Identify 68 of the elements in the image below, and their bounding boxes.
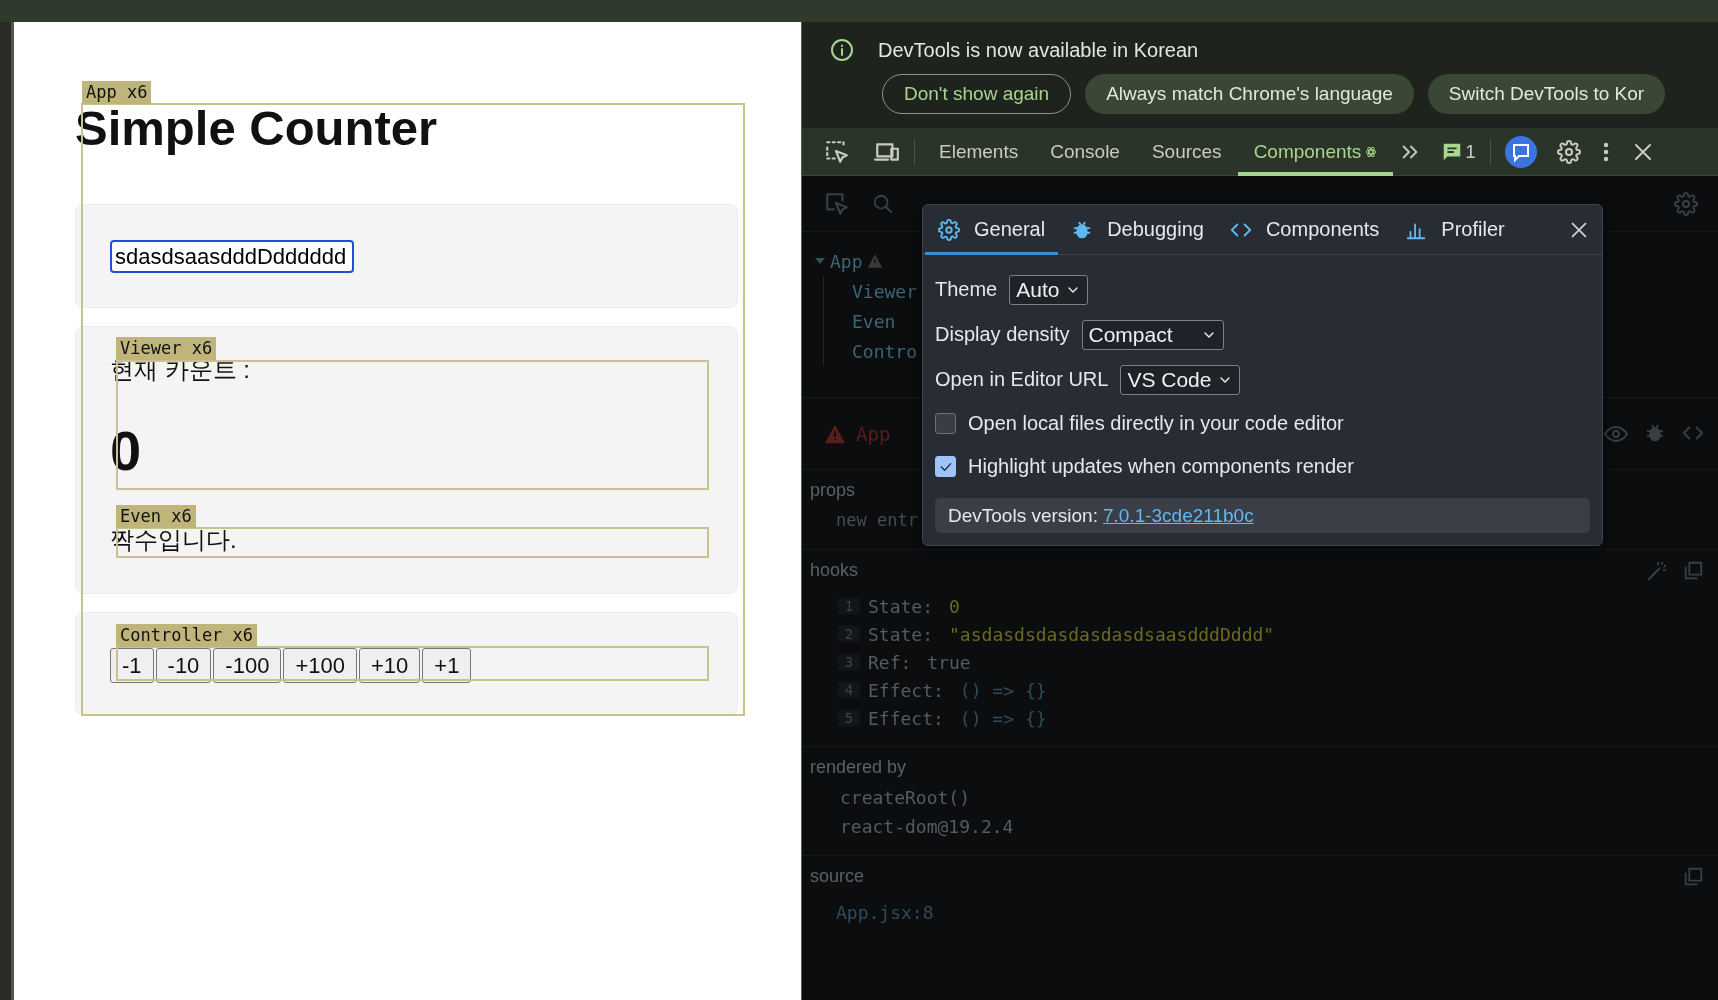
- renderer-entry: createRoot(): [839, 786, 971, 810]
- hook-value: () => {}: [959, 707, 1047, 729]
- parity-text: 짝수입니다.: [110, 525, 237, 555]
- copy-icon: [1682, 560, 1704, 582]
- field-label: Display density: [935, 323, 1070, 346]
- highlight-label: Controller x6: [116, 624, 258, 647]
- select-field[interactable]: VS Code: [1120, 364, 1241, 395]
- prop-entry: new entr: [835, 509, 918, 532]
- checkbox[interactable]: [935, 456, 956, 477]
- section-title: hooks: [810, 560, 859, 582]
- hook-value: () => {}: [959, 679, 1047, 701]
- notice-button[interactable]: Always match Chrome's language: [1085, 74, 1414, 114]
- notice-message: DevTools is now available in Korean: [878, 38, 1199, 62]
- field-label: Open in Editor URL: [935, 368, 1109, 391]
- counter-button[interactable]: -10: [155, 648, 212, 683]
- hook-name: Effect:: [868, 679, 944, 701]
- select-element-icon: [824, 190, 850, 217]
- checkbox-label: Highlight updates when components render: [968, 455, 1354, 478]
- hook-name: State:: [868, 623, 934, 645]
- magic-wand-icon: [1646, 560, 1668, 582]
- warning-icon: [866, 253, 883, 269]
- highlight-label: Even x6: [116, 505, 196, 528]
- ai-icon: [1504, 135, 1537, 168]
- version-link[interactable]: 7.0.1-3cde211b0c: [1102, 504, 1254, 527]
- component-name: App: [856, 422, 891, 445]
- atom-icon: [1365, 145, 1378, 158]
- counter-button[interactable]: +1: [422, 648, 472, 683]
- search-icon: [872, 192, 894, 215]
- hook-name: State:: [868, 595, 934, 617]
- hook-value: true: [927, 651, 971, 673]
- highlight-label: App x6: [82, 81, 152, 104]
- settings-tab[interactable]: Profiler: [1392, 204, 1518, 255]
- renderer-entry: react-dom@19.2.4: [839, 815, 1014, 839]
- info-icon: [830, 38, 854, 62]
- settings-tab[interactable]: Components: [1216, 204, 1393, 255]
- hook-name: Effect:: [868, 707, 944, 729]
- field-label: Theme: [935, 278, 998, 301]
- counter-button[interactable]: -1: [110, 648, 154, 683]
- checkbox-label: Open local files directly in your code editor: [968, 412, 1344, 435]
- devtools-tab[interactable]: Elements: [923, 127, 1035, 176]
- devtools-tab[interactable]: Console: [1034, 127, 1136, 176]
- hook-name: Ref:: [868, 651, 912, 673]
- settings-tab[interactable]: General: [925, 204, 1059, 255]
- select-field[interactable]: Compact: [1081, 319, 1224, 350]
- section-title: rendered by: [810, 757, 907, 779]
- messages-button[interactable]: 1: [1435, 140, 1482, 163]
- settings-icon: [1674, 191, 1698, 216]
- hook-value: "asdasdsdasdasdasdsaasdddDddd": [949, 623, 1275, 645]
- notice-button[interactable]: Switch DevTools to Kor: [1427, 74, 1666, 114]
- settings-icon: [938, 218, 960, 241]
- settings-icon: [1556, 139, 1581, 164]
- copy-icon: [1682, 866, 1704, 888]
- hook-value: 0: [949, 595, 960, 617]
- checkbox[interactable]: [935, 413, 956, 434]
- page-title: Simple Counter: [75, 101, 438, 157]
- inspect-drawing: [824, 138, 850, 165]
- counter-button[interactable]: -100: [213, 648, 282, 683]
- devtools-tab[interactable]: Sources: [1135, 127, 1238, 176]
- select-field[interactable]: Auto: [1009, 274, 1089, 305]
- text-input[interactable]: sdasdsaasdddDdddddd: [110, 240, 354, 273]
- kebab-icon: [1602, 140, 1609, 163]
- highlight-label: Viewer x6: [116, 337, 217, 360]
- counter-button[interactable]: +10: [358, 648, 421, 683]
- counter-button[interactable]: +100: [283, 648, 357, 683]
- section-title: source: [810, 866, 865, 888]
- version-label: DevTools version:: [948, 504, 1098, 527]
- section-title: props: [810, 480, 856, 502]
- settings-tab[interactable]: Debugging: [1058, 204, 1217, 255]
